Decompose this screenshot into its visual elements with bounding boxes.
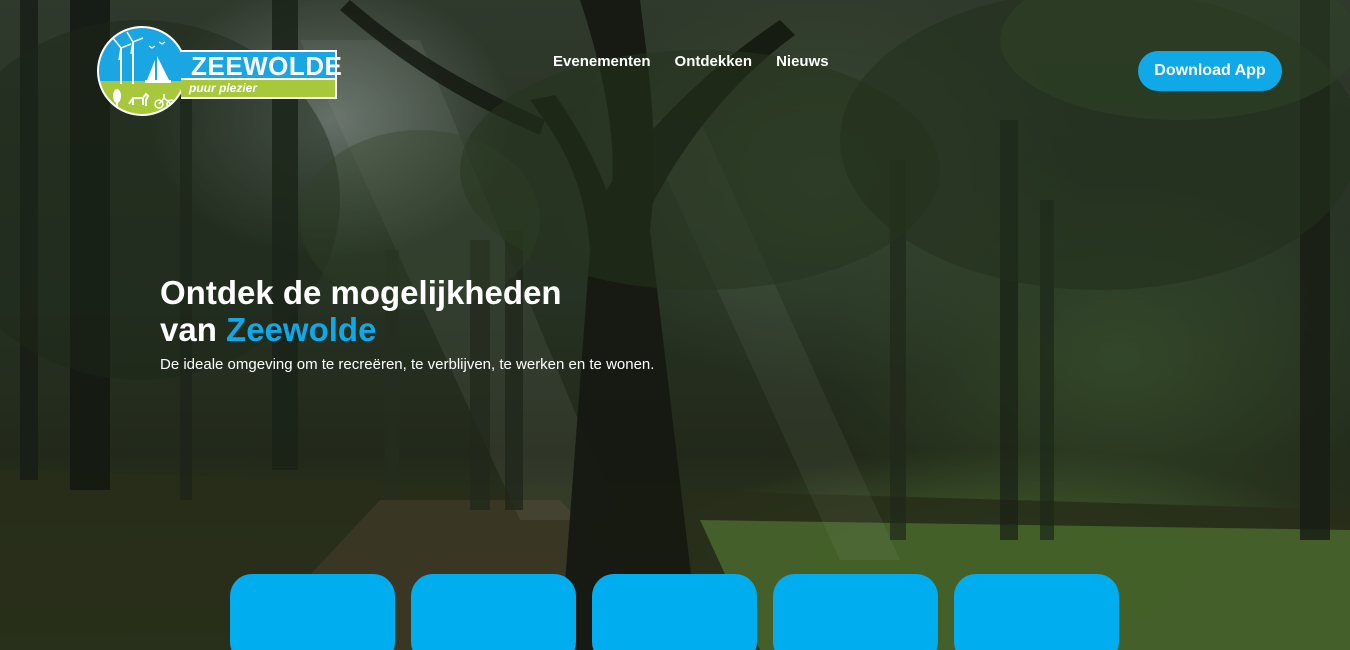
nav-link-evenementen[interactable]: Evenementen bbox=[553, 52, 651, 72]
hero-subtitle: De ideale omgeving om te recreëren, te v… bbox=[160, 356, 655, 373]
logo-tagline: puur plezier bbox=[181, 80, 337, 99]
nav-link-nieuws[interactable]: Nieuws bbox=[776, 52, 829, 72]
zeewolde-logo[interactable]: ZEEWOLDE puur plezier bbox=[97, 26, 342, 116]
hero-title: Ontdek de mogelijkheden van Zeewolde bbox=[160, 274, 680, 348]
nav-link-ontdekken[interactable]: Ontdekken bbox=[675, 52, 753, 72]
logo-emblem bbox=[97, 26, 187, 116]
main-nav: Evenementen Ontdekken Nieuws bbox=[553, 52, 829, 72]
feature-card[interactable] bbox=[954, 574, 1119, 650]
logo-brand-text: ZEEWOLDE bbox=[181, 50, 342, 80]
hero-title-accent: Zeewolde bbox=[226, 311, 377, 348]
feature-card[interactable] bbox=[592, 574, 757, 650]
feature-card[interactable] bbox=[230, 574, 395, 650]
logo-windmill-sailboat-icon bbox=[112, 31, 176, 109]
hero-title-prefix: van bbox=[160, 311, 227, 348]
download-app-button[interactable]: Download App bbox=[1138, 51, 1282, 91]
feature-card[interactable] bbox=[773, 574, 938, 650]
hero-title-line1: Ontdek de mogelijkheden bbox=[160, 274, 562, 311]
feature-cards bbox=[230, 574, 1119, 650]
feature-card[interactable] bbox=[411, 574, 576, 650]
